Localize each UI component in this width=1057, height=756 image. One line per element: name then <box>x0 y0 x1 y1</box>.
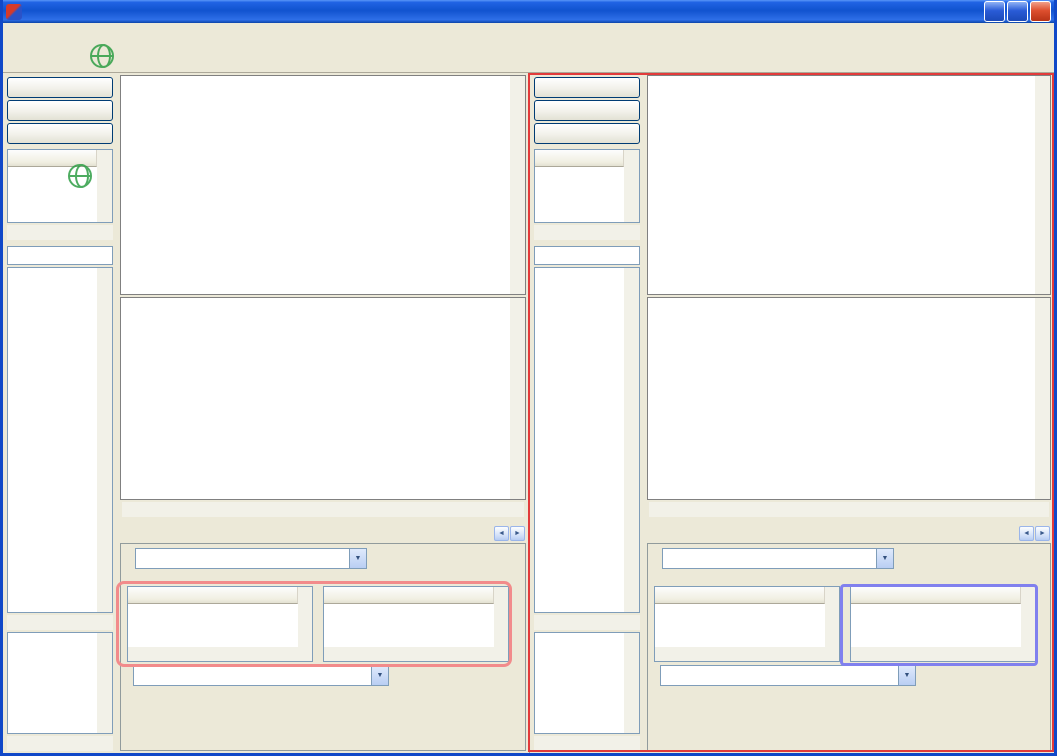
toolbar <box>3 44 1054 73</box>
crossref-list <box>534 149 640 223</box>
left-panel: ◄ ► ▼ <box>3 73 529 753</box>
new-button[interactable] <box>7 77 113 98</box>
crossref-list-header[interactable] <box>535 150 624 167</box>
entry-preview-pane <box>647 75 1051 295</box>
entry-tree-pane <box>120 297 526 500</box>
chevron-down-icon[interactable]: ▼ <box>371 666 388 685</box>
format-tab-pane: ▼ <box>647 543 1051 752</box>
preview-scrollbar <box>1035 76 1050 294</box>
related-list-scrollbar <box>97 633 112 733</box>
lemma-list <box>7 267 113 613</box>
related-list-scrollbar <box>624 633 639 733</box>
entry-preview-pane <box>120 75 526 295</box>
right-panel-main: ◄ ► ▼ <box>644 73 1054 753</box>
label-lists-box <box>127 586 313 662</box>
sets-header[interactable] <box>324 587 494 604</box>
menu-bar <box>3 23 1054 44</box>
crossref-label-set-dropdown[interactable]: ▼ <box>133 665 389 686</box>
chevron-down-icon[interactable]: ▼ <box>898 666 915 685</box>
lists-header[interactable] <box>655 587 825 604</box>
reverse-button[interactable] <box>7 123 113 144</box>
tree-scrollbar <box>1035 298 1050 499</box>
right-panel: ◄ ► ▼ <box>529 73 1054 753</box>
new-button[interactable] <box>534 77 640 98</box>
right-sidebar <box>530 73 644 753</box>
sets-hscrollbar <box>851 647 1021 661</box>
lemma-list-scrollbar <box>97 268 112 612</box>
left-panel-main: ◄ ► ▼ <box>117 73 529 753</box>
tree-hscrollbar <box>122 502 524 517</box>
entry-tree-pane <box>647 297 1051 500</box>
tool-tabs: ◄ ► <box>120 519 526 543</box>
chevron-down-icon[interactable]: ▼ <box>876 549 893 568</box>
tree-hscrollbar <box>649 502 1049 517</box>
tool-tabs: ◄ ► <box>647 519 1051 543</box>
label-sets-box <box>323 586 509 662</box>
sets-hscrollbar <box>324 647 494 661</box>
lists-scrollbar <box>298 587 312 661</box>
entry-tree <box>121 298 510 499</box>
related-lemma-list <box>534 632 640 734</box>
app-icon <box>6 4 22 20</box>
lemma-filter-input[interactable] <box>7 246 113 265</box>
tab-scroll-left-icon[interactable]: ◄ <box>1019 526 1034 541</box>
sets-header[interactable] <box>851 587 1021 604</box>
lists-scrollbar <box>825 587 839 661</box>
tab-scroll-left-icon[interactable]: ◄ <box>494 526 509 541</box>
entry-tree <box>648 298 1035 499</box>
related-list-hscrollbar <box>534 736 640 751</box>
restore-button[interactable] <box>1007 1 1028 22</box>
related-lemma-list <box>7 632 113 734</box>
chevron-down-icon[interactable]: ▼ <box>349 549 366 568</box>
tree-scrollbar <box>510 298 525 499</box>
lemma-filter-input[interactable] <box>534 246 640 265</box>
lemma-list-hscrollbar <box>534 615 640 630</box>
entry-preview <box>648 76 1035 294</box>
lemma-list-hscrollbar <box>7 615 113 630</box>
close-button[interactable] <box>1030 1 1051 22</box>
crossref-scrollbar <box>624 150 639 222</box>
lemma-list-scrollbar <box>624 268 639 612</box>
tab-scroll-right-icon[interactable]: ► <box>510 526 525 541</box>
main-area: ◄ ► ▼ <box>3 73 1054 753</box>
sort-by-dropdown[interactable]: ▼ <box>662 548 894 569</box>
minimize-button[interactable] <box>984 1 1005 22</box>
sets-scrollbar <box>1021 587 1035 661</box>
crossref-scrollbar <box>97 150 112 222</box>
crossref-hscrollbar <box>534 225 640 240</box>
lists-hscrollbar <box>128 647 298 661</box>
lists-header[interactable] <box>128 587 298 604</box>
crossref-list <box>7 149 113 223</box>
sort-by-dropdown[interactable]: ▼ <box>135 548 367 569</box>
related-list-hscrollbar <box>7 736 113 751</box>
delete-button[interactable] <box>7 100 113 121</box>
crossref-hscrollbar <box>7 225 113 240</box>
label-lists-box <box>654 586 840 662</box>
lists-hscrollbar <box>655 647 825 661</box>
application-window: ◄ ► ▼ <box>0 0 1057 756</box>
reverse-button[interactable] <box>534 123 640 144</box>
format-tab-pane: ▼ <box>120 543 526 752</box>
tab-scroll-right-icon[interactable]: ► <box>1035 526 1050 541</box>
crossref-label-set-dropdown[interactable]: ▼ <box>660 665 916 686</box>
alt-labels-title <box>652 571 1046 586</box>
title-bar <box>3 0 1054 23</box>
crossref-list-header[interactable] <box>8 150 97 167</box>
left-sidebar <box>3 73 117 753</box>
entry-preview <box>121 76 510 294</box>
lemma-list <box>534 267 640 613</box>
preview-scrollbar <box>510 76 525 294</box>
delete-button[interactable] <box>534 100 640 121</box>
alt-labels-title <box>125 571 521 586</box>
label-sets-box <box>850 586 1036 662</box>
sets-scrollbar <box>494 587 508 661</box>
